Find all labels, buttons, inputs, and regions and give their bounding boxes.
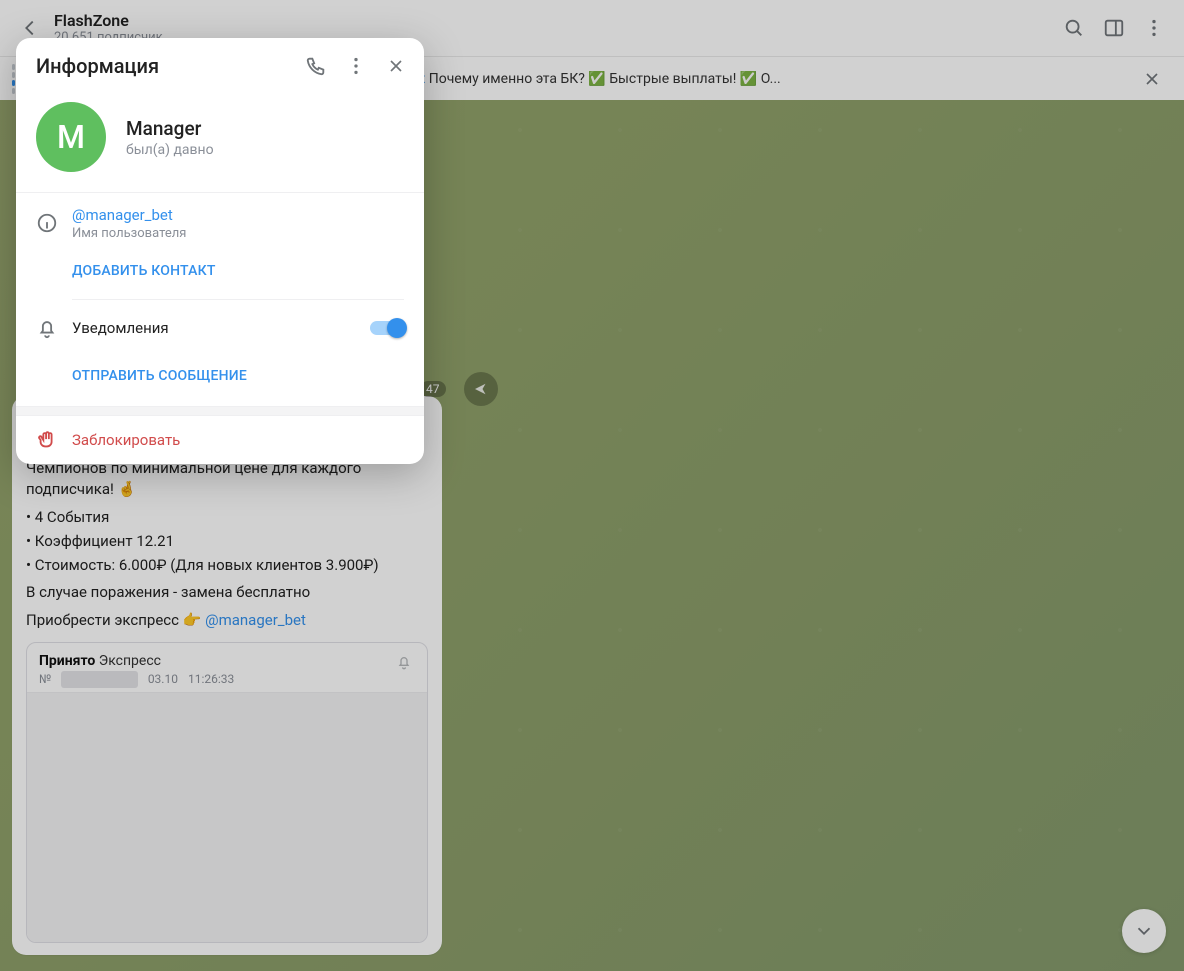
modal-title: Информация: [36, 54, 296, 78]
info-icon: [36, 212, 72, 234]
bell-icon: [36, 317, 72, 339]
notifications-row[interactable]: Уведомления: [16, 304, 424, 352]
avatar[interactable]: M: [36, 102, 106, 172]
profile-status: был(а) давно: [126, 142, 214, 158]
add-contact-row[interactable]: ДОБАВИТЬ КОНТАКТ: [16, 247, 424, 295]
modal-close-button[interactable]: [376, 46, 416, 86]
username-row[interactable]: @manager_bet Имя пользователя: [16, 199, 424, 247]
username-label: Имя пользователя: [72, 226, 404, 241]
profile-block: M Manager был(а) давно: [16, 94, 424, 192]
hand-icon: [36, 429, 72, 451]
kebab-icon: [345, 55, 367, 77]
modal-header: Информация: [16, 38, 424, 94]
call-button[interactable]: [296, 46, 336, 86]
block-user-row[interactable]: Заблокировать: [16, 416, 424, 464]
profile-info-modal: Информация M Manager был(а) давно @manag…: [16, 38, 424, 464]
modal-more-button[interactable]: [336, 46, 376, 86]
send-message-row[interactable]: ОТПРАВИТЬ СООБЩЕНИЕ: [16, 352, 424, 400]
profile-name: Manager: [126, 117, 214, 140]
username-link[interactable]: @manager_bet: [72, 206, 404, 224]
info-section: @manager_bet Имя пользователя ДОБАВИТЬ К…: [16, 192, 424, 406]
phone-icon: [305, 55, 327, 77]
notifications-toggle[interactable]: [370, 321, 404, 335]
close-icon: [386, 56, 406, 76]
section-divider: [16, 406, 424, 416]
